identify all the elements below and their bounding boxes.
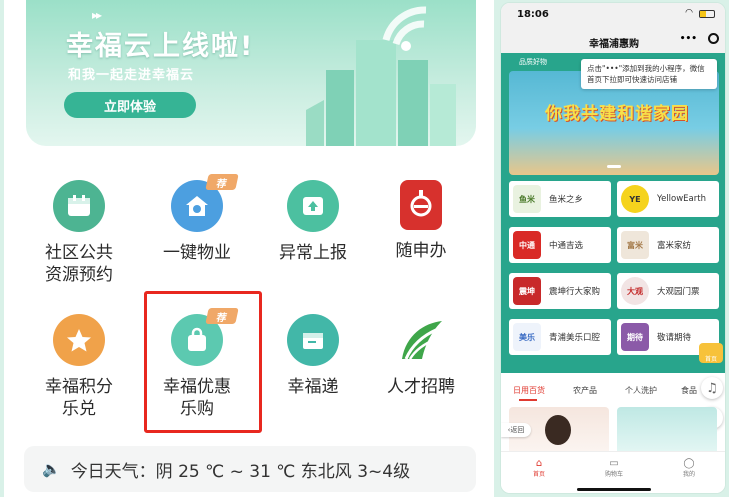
arrows-icon: ▸▸ [92, 8, 102, 22]
grid-item-suishenban[interactable]: 随申办 [366, 180, 476, 262]
battery-icon [699, 10, 715, 18]
tab-active-indicator [519, 399, 537, 401]
avatar [545, 415, 571, 445]
speaker-icon: 🔈 [42, 460, 61, 478]
tab-farm-products[interactable]: 农产品 [573, 385, 597, 396]
home-service-icon: 荐 [171, 174, 239, 232]
brand-name: 鱼米之乡 [549, 195, 584, 205]
highlight-box [144, 291, 262, 433]
carousel-dots [607, 165, 621, 168]
package-icon [287, 314, 339, 366]
grid-item-label: 一键物业 [163, 243, 231, 263]
add-program-tip: 点击"•••"添加到我的小程序，微信首页下拉即可快速访问店铺 [581, 59, 717, 89]
brand-name: 敬请期待 [657, 333, 692, 343]
home-icon: ⌂ [535, 458, 543, 469]
city-wifi-illustration [306, 6, 456, 146]
bottom-tab-label: 购物车 [604, 471, 623, 478]
banner-title: 幸福云上线啦! [66, 31, 255, 62]
grid-item-report-issue[interactable]: 异常上报 [258, 180, 368, 264]
brand-name: 青浦美乐口腔 [549, 333, 601, 343]
cart-icon: ▭ [609, 458, 619, 469]
suishenban-logo-icon [400, 180, 442, 230]
bottom-tab-label: 我的 [682, 471, 695, 478]
user-icon: ◯ [683, 458, 695, 469]
home-badge[interactable]: 首页 [699, 343, 723, 363]
grid-item-points-exchange[interactable]: 幸福积分乐兑 [24, 314, 134, 420]
brand-card[interactable]: 震坤 震坤行大家购 [509, 273, 611, 309]
brand-name: 中通吉选 [549, 241, 584, 251]
weather-bar: 🔈 今日天气：阴 25 ℃ ~ 31 ℃ 东北风 3~4级 [24, 446, 476, 492]
category-tabs: 日用百货 农产品 个人洗护 食品 [501, 381, 725, 401]
brand-logo-icon: 大观 [621, 277, 649, 305]
brand-logo-icon: YE [621, 185, 649, 213]
quality-label: 品质好物 [519, 58, 547, 66]
brand-card[interactable]: 鱼米 鱼米之乡 [509, 181, 611, 217]
brand-logo-icon: 富米 [621, 231, 649, 259]
status-bar: 18:06 ◠ [501, 3, 725, 27]
brand-card[interactable]: YE YellowEarth [617, 181, 719, 217]
grid-item-label: 随申办 [395, 241, 447, 261]
grid-item-label: 人才招聘 [387, 377, 455, 397]
grid-item-recruitment[interactable]: 人才招聘 [366, 314, 476, 398]
grid-item-label: 幸福积分乐兑 [45, 377, 113, 419]
try-now-button[interactable]: 立即体验 [64, 92, 196, 118]
close-program-icon[interactable] [708, 33, 719, 44]
brand-card[interactable]: 大观 大观园门票 [617, 273, 719, 309]
wifi-icon: ◠ [685, 8, 693, 18]
grid-item-label: 社区公共资源预约 [45, 243, 113, 285]
brand-name: 大观园门票 [657, 287, 700, 297]
brand-logo-icon: 鱼米 [513, 185, 541, 213]
banner-text: 你我共建和谐家园 [545, 104, 689, 124]
mini-program-nav: 幸福浦惠购 ••• [501, 27, 725, 53]
weather-text: 今日天气：阴 25 ℃ ~ 31 ℃ 东北风 3~4级 [70, 461, 411, 482]
brand-name: YellowEarth [657, 194, 706, 204]
tab-personal-care[interactable]: 个人洗护 [625, 385, 657, 396]
home-indicator [577, 488, 651, 491]
grid-item-happy-delivery[interactable]: 幸福递 [258, 314, 368, 398]
bottom-tab-mine[interactable]: ◯ 我的 [669, 458, 709, 478]
brand-logo-icon: 中通 [513, 231, 541, 259]
bottom-tab-cart[interactable]: ▭ 购物车 [594, 458, 634, 478]
right-phone-panel: 18:06 ◠ 幸福浦惠购 ••• 品质好物 你我共建和谐家园 点击"•••"添… [500, 2, 726, 494]
bottom-tab-home[interactable]: ⌂ 首页 [519, 458, 559, 478]
star-icon [53, 314, 105, 366]
product-image[interactable] [617, 407, 717, 451]
leaf-logo-icon [395, 314, 447, 366]
brand-card[interactable]: 富米 富米家纺 [617, 227, 719, 263]
status-time: 18:06 [517, 9, 549, 20]
banner-subtitle: 和我一起走进幸福云 [68, 68, 195, 83]
calendar-icon [53, 180, 105, 232]
tab-daily-goods[interactable]: 日用百货 [513, 385, 545, 396]
brand-logo-icon: 期待 [621, 323, 649, 351]
tab-food[interactable]: 食品 [681, 385, 697, 396]
brand-logo-icon: 震坤 [513, 277, 541, 305]
brand-card[interactable]: 美乐 青浦美乐口腔 [509, 319, 611, 355]
brand-logo-icon: 美乐 [513, 323, 541, 351]
grid-item-label: 异常上报 [279, 243, 347, 263]
left-app-panel: ▸▸ 幸福云上线啦! 和我一起走进幸福云 立即体验 社区公共资源预约 荐 一键物… [4, 0, 494, 497]
back-button[interactable]: ‹ 返回 [501, 423, 531, 437]
recommend-tag: 荐 [205, 174, 239, 190]
brand-card[interactable]: 中通 中通吉选 [509, 227, 611, 263]
grid-item-label: 幸福递 [287, 377, 339, 397]
upload-icon [287, 180, 339, 232]
grid-item-resource-booking[interactable]: 社区公共资源预约 [24, 180, 134, 286]
bottom-tab-bar: ⌂ 首页 ▭ 购物车 ◯ 我的 [501, 451, 725, 493]
brand-name: 富米家纺 [657, 241, 692, 251]
more-button[interactable]: ••• [680, 34, 697, 44]
bottom-tab-label: 首页 [532, 471, 545, 478]
promo-banner[interactable]: ▸▸ 幸福云上线啦! 和我一起走进幸福云 立即体验 [26, 0, 476, 146]
headset-icon[interactable]: ♫ [701, 377, 723, 399]
brand-name: 震坤行大家购 [549, 287, 601, 297]
grid-item-property-service[interactable]: 荐 一键物业 [142, 174, 252, 264]
back-label: 返回 [510, 426, 525, 434]
